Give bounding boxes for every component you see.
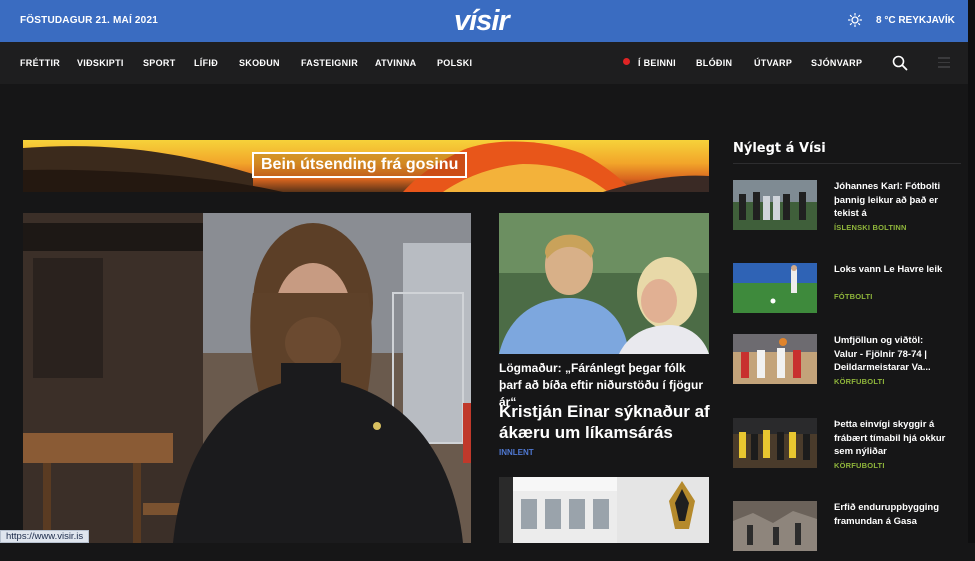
sidebar-thumbnail — [733, 334, 817, 384]
banner-label: Bein útsending frá gosinu — [252, 152, 468, 178]
story2-photo — [499, 213, 709, 354]
sidebar-divider — [733, 163, 961, 164]
main-story-photo — [23, 213, 471, 543]
nav-polski[interactable]: POLSKI — [437, 58, 472, 68]
sidebar-title: Nýlegt á Vísi — [733, 141, 826, 156]
sidebar-item-tag: KÖRFUBOLTI — [834, 377, 885, 386]
sidebar-thumbnail — [733, 263, 817, 313]
sun-icon — [848, 13, 862, 27]
main-story-image[interactable] — [23, 213, 471, 543]
hamburger-menu-icon[interactable] — [938, 57, 950, 71]
sidebar-item-tag: ÍSLENSKI BOLTINN — [834, 223, 907, 232]
sidebar-item-tag: KÖRFUBOLTI — [834, 461, 885, 470]
nav-i-beinni[interactable]: Í BEINNI — [638, 58, 676, 68]
nav-vidskipti[interactable]: VIÐSKIPTI — [77, 58, 124, 68]
sidebar-thumbnail — [733, 180, 817, 230]
story2-headline[interactable]: Kristján Einar sýknaður af ákæru um líka… — [499, 401, 714, 443]
sidebar-thumbnail — [733, 418, 817, 468]
sidebar-item[interactable]: Þetta einvígi skyggir á frábært tímabil … — [733, 418, 963, 478]
story3-image[interactable] — [499, 477, 709, 543]
weather-label: 8 °C REYKJAVÍK — [876, 14, 955, 26]
sidebar-item[interactable]: Loks vann Le Havre leik FÓTBOLTI — [733, 263, 963, 323]
sidebar-item[interactable]: Umfjöllun og viðtöl: Valur - Fjölnir 78-… — [733, 334, 963, 394]
nav-blodin[interactable]: BLÓÐIN — [696, 58, 732, 68]
main-nav: FRÉTTIR VIÐSKIPTI SPORT LÍFIÐ SKOÐUN FAS… — [0, 42, 968, 84]
visir-logo[interactable]: vísir — [454, 5, 510, 38]
scrollbar-track[interactable] — [968, 0, 975, 543]
sidebar-item-title: Erfið enduruppbygging framundan á Gasa — [834, 502, 940, 527]
sidebar-item-tag: FÓTBOLTI — [834, 292, 873, 301]
nav-fasteignir[interactable]: FASTEIGNIR — [301, 58, 358, 68]
nav-frettir[interactable]: FRÉTTIR — [20, 58, 60, 68]
story2-category-tag[interactable]: INNLENT — [499, 448, 534, 457]
search-icon[interactable] — [892, 55, 908, 71]
story3-photo — [499, 477, 709, 543]
sidebar-item[interactable]: Erfið enduruppbygging framundan á Gasa — [733, 501, 963, 561]
browser-status-url: https://www.visir.is — [0, 530, 90, 543]
sidebar-item[interactable]: Jóhannes Karl: Fótbolti þannig leikur að… — [733, 180, 963, 240]
nav-atvinna[interactable]: ATVINNA — [375, 58, 416, 68]
nav-skodun[interactable]: SKOÐUN — [239, 58, 280, 68]
live-stream-banner[interactable]: Bein útsending frá gosinu — [23, 140, 709, 192]
nav-utvarp[interactable]: ÚTVARP — [754, 58, 792, 68]
sidebar-item-title: Umfjöllun og viðtöl: Valur - Fjölnir 78-… — [834, 335, 931, 373]
live-dot-icon — [623, 58, 630, 65]
nav-lifid[interactable]: LÍFIÐ — [194, 58, 218, 68]
nav-sjonvarp[interactable]: SJÓNVARP — [811, 58, 862, 68]
sidebar-thumbnail — [733, 501, 817, 551]
weather-widget[interactable]: 8 °C REYKJAVÍK — [848, 13, 955, 27]
nav-sport[interactable]: SPORT — [143, 58, 176, 68]
sidebar-item-title: Loks vann Le Havre leik — [834, 264, 943, 275]
sidebar-item-title: Jóhannes Karl: Fótbolti þannig leikur að… — [834, 181, 941, 219]
date-label: FÖSTUDAGUR 21. MAÍ 2021 — [20, 15, 158, 26]
sidebar-item-title: Þetta einvígi skyggir á frábært tímabil … — [834, 419, 946, 457]
story2-image[interactable] — [499, 213, 709, 354]
top-bar: FÖSTUDAGUR 21. MAÍ 2021 vísir 8 °C REYKJ… — [0, 0, 968, 42]
